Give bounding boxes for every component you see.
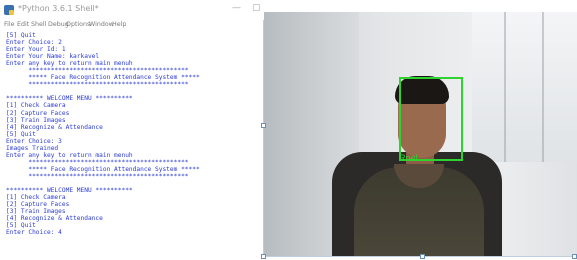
python-shell-window: *Python 3.6.1 Shell* — ▢ File Edit Shell… xyxy=(0,0,264,254)
menu-help[interactable]: Help xyxy=(112,21,126,28)
menu-shell[interactable]: Shell xyxy=(31,21,46,28)
title-bar: *Python 3.6.1 Shell* — ▢ xyxy=(0,0,264,20)
resize-handle[interactable] xyxy=(261,123,266,128)
window-frame xyxy=(504,12,506,162)
resize-handle[interactable] xyxy=(572,254,577,259)
maximize-button[interactable]: ▢ xyxy=(252,3,261,13)
menu-file[interactable]: File xyxy=(4,21,15,28)
face-recognition-label: Roel xyxy=(399,153,418,163)
minimize-button[interactable]: — xyxy=(232,3,241,13)
shell-console-output[interactable]: [5] Quit Enter Choice: 2 Enter Your Id: … xyxy=(6,32,261,252)
resize-handle[interactable] xyxy=(420,254,425,259)
camera-feed-window: Roel xyxy=(264,12,577,256)
python-icon xyxy=(4,5,14,15)
resize-handle[interactable] xyxy=(261,254,266,259)
window-frame xyxy=(542,12,544,162)
window-title: *Python 3.6.1 Shell* xyxy=(18,4,99,13)
menu-window[interactable]: Window xyxy=(89,21,114,28)
menu-bar: File Edit Shell Debug Options Window Hel… xyxy=(0,20,264,32)
face-detection-box xyxy=(399,77,463,161)
menu-edit[interactable]: Edit xyxy=(17,21,29,28)
menu-options[interactable]: Options xyxy=(66,21,90,28)
background-window xyxy=(472,12,577,162)
